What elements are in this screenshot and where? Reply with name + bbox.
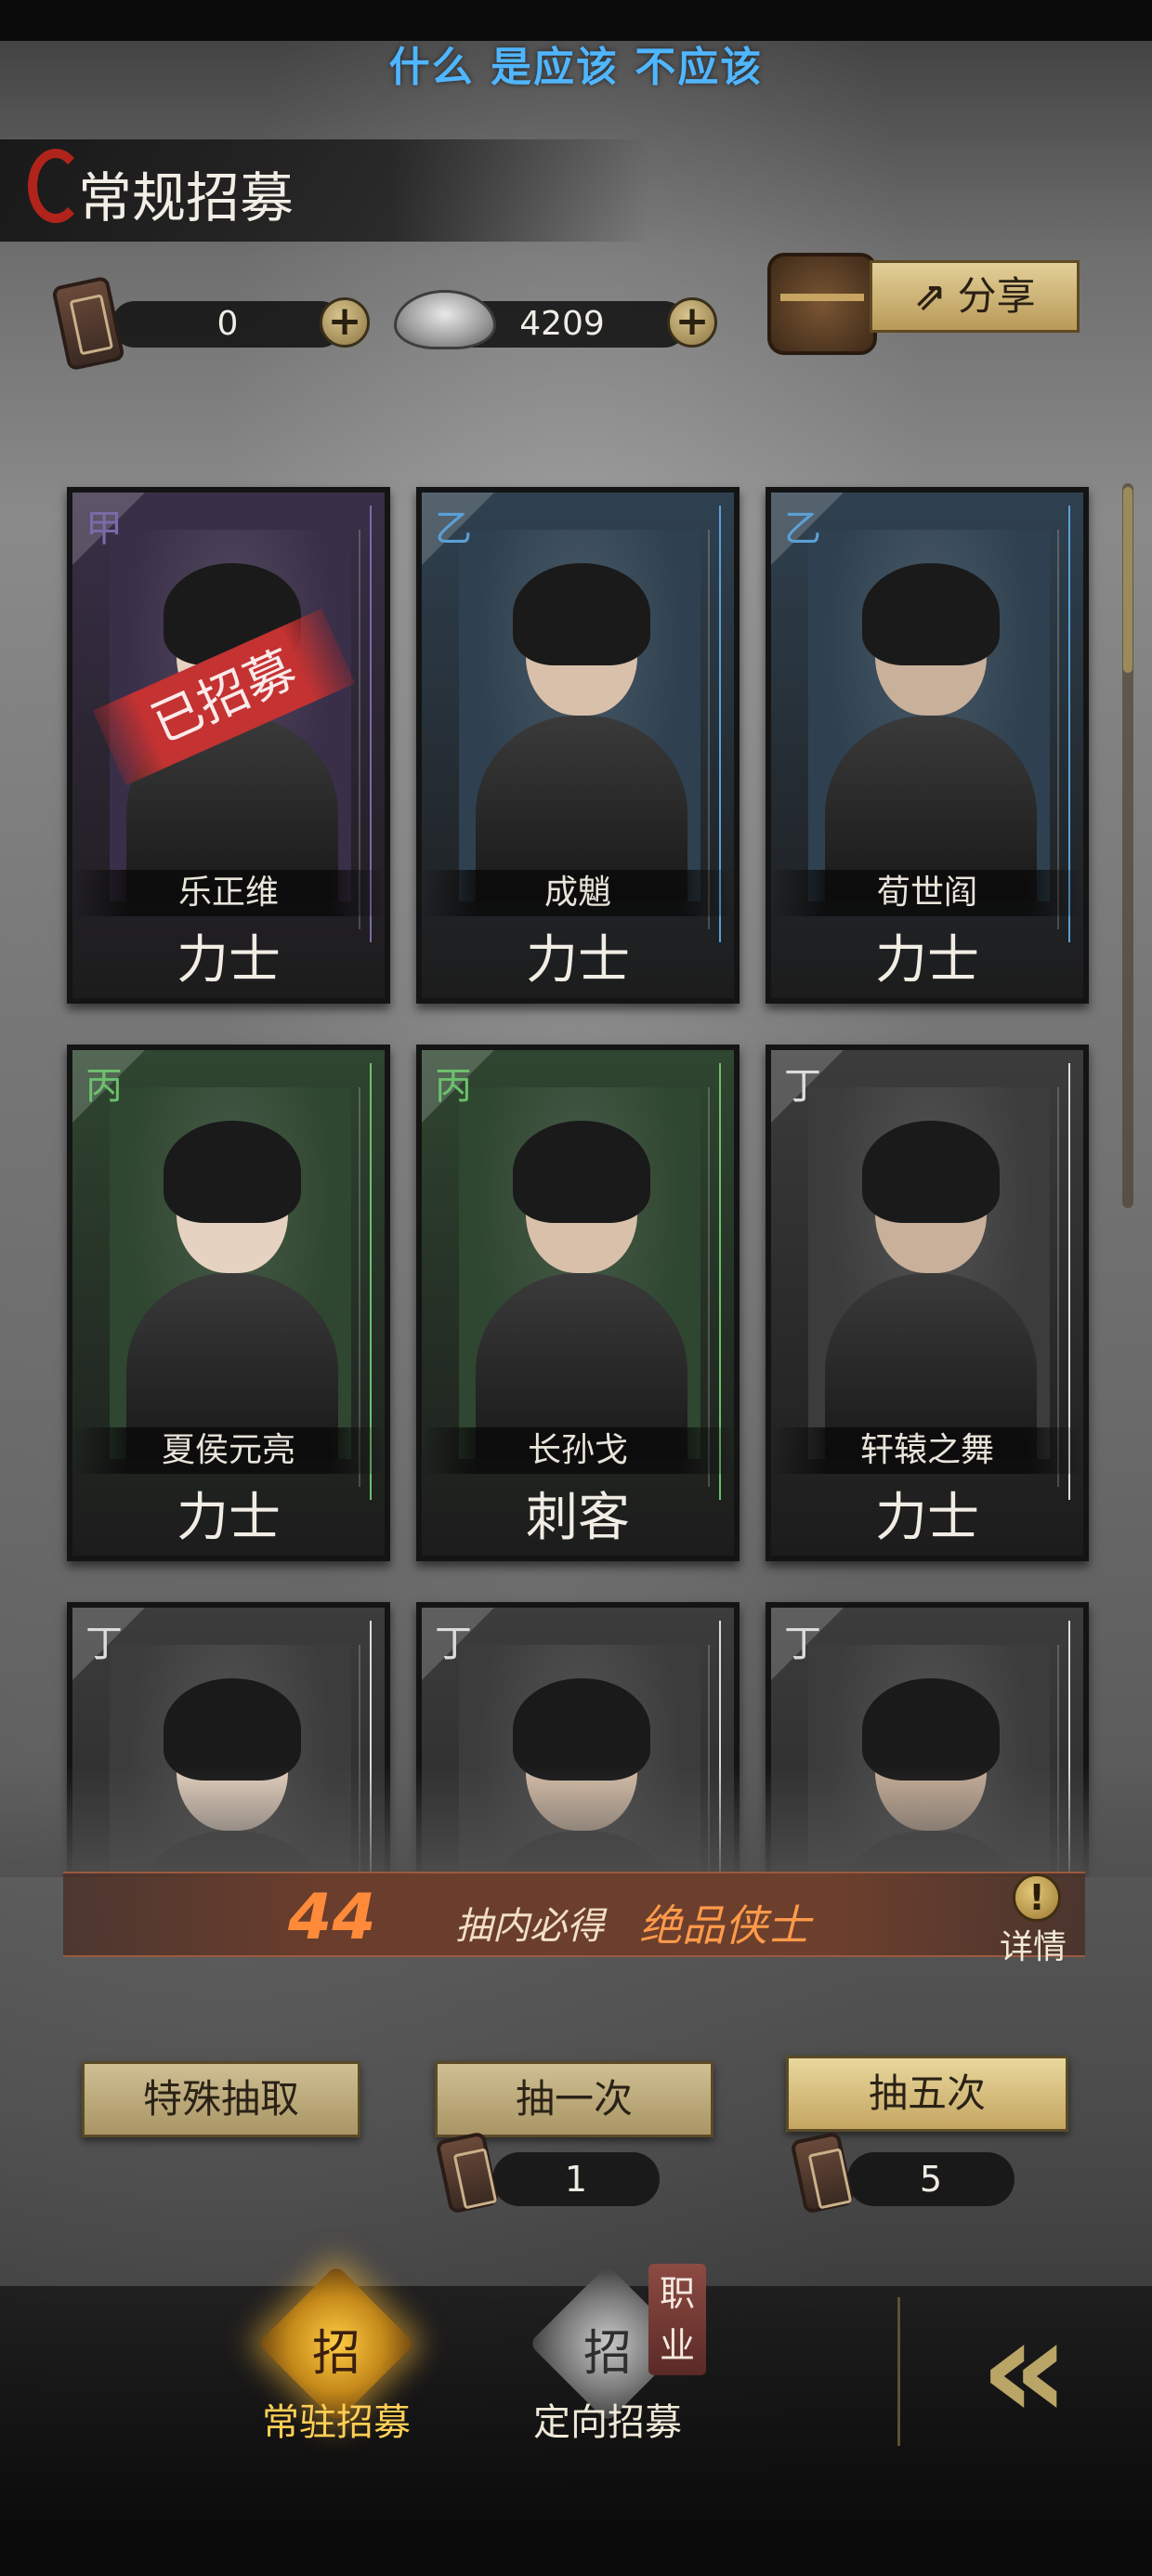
hero-card[interactable]: 乙荀世阎力士 [766,487,1089,1004]
hero-card[interactable]: 甲乐正维 力士 已招募 [67,487,390,1004]
hero-class: 力士 [177,930,281,991]
treasure-chest-icon[interactable] [767,253,877,355]
guarantee-count: 44 [288,1881,376,1954]
silver-ingot-icon [394,290,496,349]
recruit-token-counter: 0 [111,301,344,348]
draw-once-button[interactable]: 抽一次 [435,2061,713,2137]
hero-portrait [110,1087,351,1459]
hero-class: 力士 [526,930,630,991]
grid-fade [0,1766,1152,1877]
draw-five-cost-value: 5 [919,2159,943,2200]
hero-card-frame: 乙成魈力士 [422,493,734,998]
tab-directed-recruit[interactable]: 定向招募 [496,2392,719,2446]
recruit-seal-icon: 招 [311,2326,360,2382]
hero-card-frame: 丙夏侯元亮力士 [72,1050,385,1556]
portrait-hair [862,1121,1000,1223]
recruit-seal-icon: 招 [583,2326,632,2382]
hero-card[interactable]: 丙夏侯元亮力士 [67,1045,390,1561]
hero-card[interactable]: 丙长孙戈刺客 [416,1045,740,1561]
draw-five-cost: 5 [847,2152,1015,2206]
hero-card-frame: 丁轩辕之舞力士 [771,1050,1083,1556]
recruit-token-icon [790,2131,855,2215]
portrait-hair [513,563,650,665]
hero-card-frame: 乙荀世阎力士 [771,493,1083,998]
back-chevron-icon[interactable]: « [946,2300,1104,2439]
recruit-token-count: 0 [216,305,239,343]
hero-card[interactable]: 丁轩辕之舞力士 [766,1045,1089,1561]
rank-badge: 丁 [784,1065,821,1108]
draw-five-label: 抽五次 [868,2070,986,2116]
rank-badge: 丁 [784,1623,821,1665]
nav-divider [897,2297,900,2446]
draw-once-cost: 1 [492,2152,660,2206]
hero-class: 力士 [875,1488,979,1548]
hero-card-frame: 丙长孙戈刺客 [422,1050,734,1556]
rank-badge: 丙 [435,1065,472,1108]
hero-class: 力士 [875,930,979,991]
rank-badge: 丁 [435,1623,472,1665]
add-token-button[interactable]: + [320,297,370,348]
page-title: 常规招募 [78,166,295,230]
hero-name: 荀世阎 [771,870,1083,916]
rank-badge: 丙 [85,1065,123,1108]
hero-name: 乐正维 [72,870,385,916]
hero-portrait [808,530,1050,901]
rank-badge: 乙 [435,507,472,550]
portrait-hair [164,1121,301,1223]
job-tag: 职业 [648,2264,706,2375]
game-screen: 什么 是应该 不应该 常规招募 0 + 4209 + ⇗ 分享 甲乐正维 力士 已招募… [0,0,1152,2576]
detail-info-icon[interactable]: ! [1013,1873,1061,1922]
rank-badge: 丁 [85,1623,123,1665]
draw-once-cost-value: 1 [564,2159,588,2200]
share-button[interactable]: ⇗ 分享 [870,260,1080,333]
tab-standing-recruit[interactable]: 常驻招募 [225,2392,448,2446]
rank-badge: 甲 [85,507,123,550]
hero-portrait [459,530,700,901]
add-ingot-button[interactable]: + [667,297,717,348]
hero-name: 夏侯元亮 [72,1427,385,1474]
guarantee-text: 抽内必得 [455,1905,604,1948]
recruit-token-icon [51,275,125,372]
hero-card-frame: 甲乐正维 力士 已招募 [72,493,385,998]
portrait-hair [862,563,1000,665]
portrait-hair [513,1121,650,1223]
subtitle-caption: 什么 是应该 不应该 [388,44,764,91]
hero-grid: 甲乐正维 力士 已招募乙成魈 力士乙荀世阎 力士丙夏侯元亮 力士丙长孙戈 刺客丁轩辕之舞 力士… [0,465,1152,1877]
draw-once-label: 抽一次 [515,2076,633,2122]
hero-class: 力士 [177,1488,281,1548]
bottom-bar [0,2520,1152,2576]
share-icon: ⇗ [913,273,947,319]
hero-class: 刺客 [526,1488,630,1548]
ink-circle-icon [28,149,84,223]
hero-portrait [808,1087,1050,1459]
draw-five-button[interactable]: 抽五次 [786,2056,1068,2132]
hero-name: 轩辕之舞 [771,1427,1083,1474]
rank-badge: 乙 [784,507,821,550]
special-draw-button[interactable]: 特殊抽取 [82,2061,360,2137]
guarantee-reward: 绝品侠士 [639,1900,810,1951]
detail-label[interactable]: 详情 [1000,1920,1067,1968]
hero-name: 长孙戈 [422,1427,734,1474]
hero-portrait [459,1087,700,1459]
recruit-token-icon [435,2131,500,2215]
ingot-count: 4209 [519,305,605,343]
special-draw-label: 特殊抽取 [142,2076,299,2122]
hero-name: 成魈 [422,870,734,916]
share-label: 分享 [957,273,1036,319]
hero-card[interactable]: 乙成魈力士 [416,487,740,1004]
